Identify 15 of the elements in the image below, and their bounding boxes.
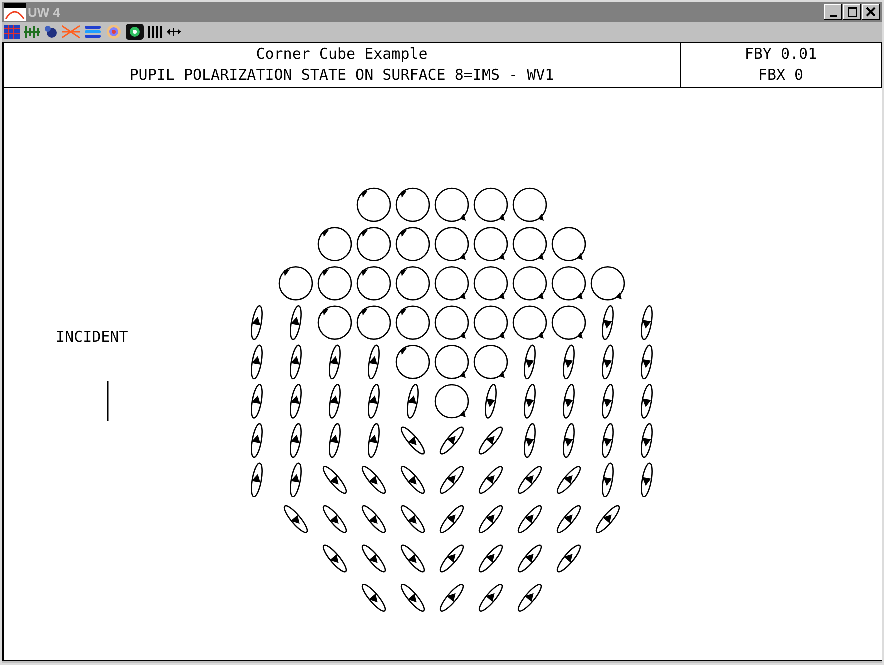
- field-x-value: FBX 0: [758, 65, 804, 86]
- target-icon[interactable]: [106, 24, 122, 40]
- incident-polarization-line: [107, 381, 109, 421]
- bars-icon[interactable]: [148, 25, 162, 39]
- close-button[interactable]: [862, 4, 880, 20]
- stripes-icon[interactable]: [84, 25, 102, 39]
- window-title: UW 4: [28, 4, 60, 20]
- plot-title: Corner Cube Example: [256, 44, 428, 65]
- app-icon: [4, 3, 26, 21]
- plot-subtitle: PUPIL POLARIZATION STATE ON SURFACE 8=IMS - WV1: [130, 65, 554, 86]
- incident-label: INCIDENT: [56, 328, 128, 346]
- maximize-button[interactable]: [843, 4, 861, 20]
- field-y-value: FBY 0.01: [744, 44, 818, 65]
- move-icon[interactable]: [166, 25, 182, 39]
- minimize-button[interactable]: [824, 4, 842, 20]
